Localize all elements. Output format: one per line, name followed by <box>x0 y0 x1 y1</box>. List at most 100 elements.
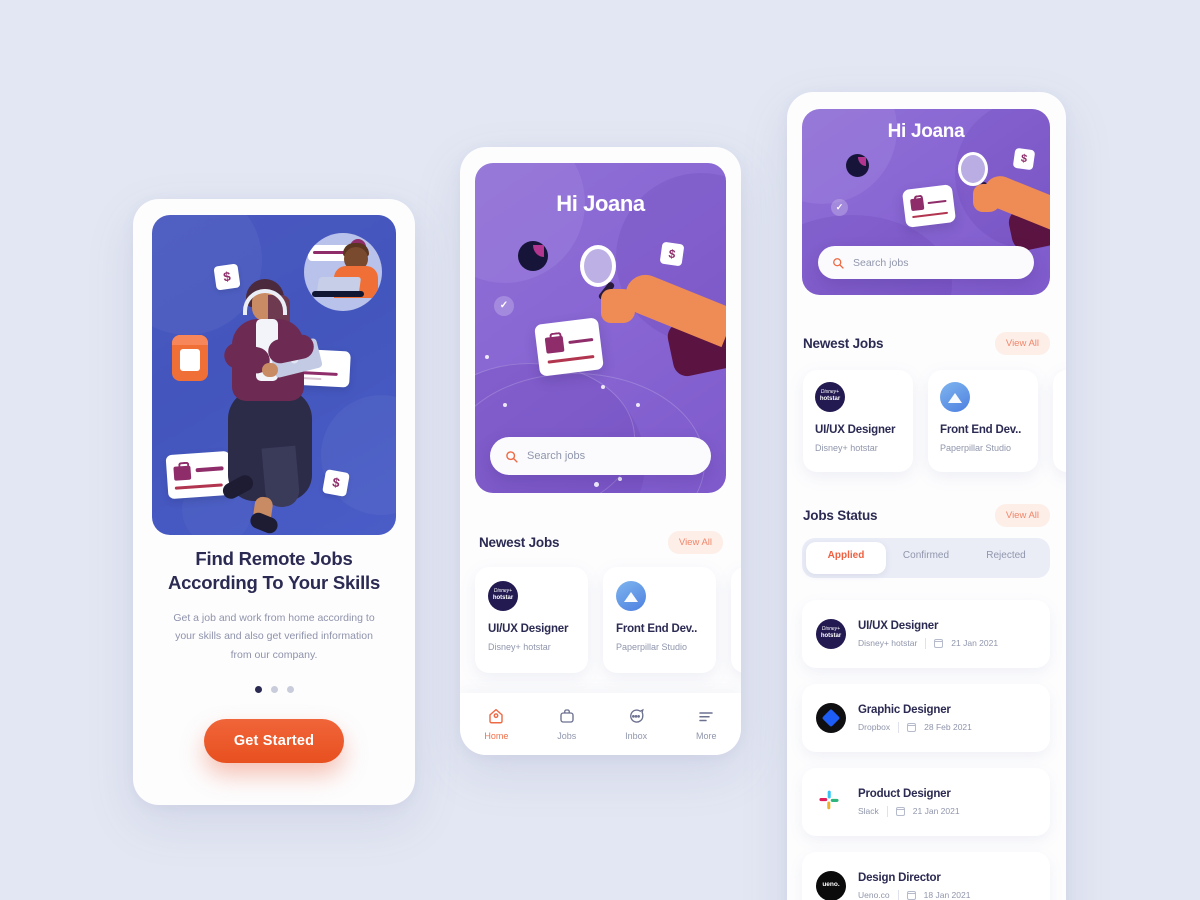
job-card[interactable]: Disney+ hotstar UI/UX Designer Disney+ ho… <box>803 370 913 472</box>
tab-home[interactable]: Home <box>484 707 508 741</box>
disney-hotstar-logo: Disney+ hotstar <box>815 382 845 412</box>
newest-jobs-view-all-button[interactable]: View All <box>667 531 723 554</box>
get-started-button[interactable]: Get Started <box>203 719 345 764</box>
money-icon: $ <box>659 241 685 267</box>
job-card-title: UI/UX Designer <box>488 623 569 635</box>
status-row-company: Disney+ hotstar <box>858 638 918 648</box>
status-row-date: 21 Jan 2021 <box>951 638 999 648</box>
job-card-company: Paperpillar Studio <box>616 642 688 652</box>
decor-node <box>485 355 489 359</box>
status-row[interactable]: Product Designer Slack 21 Jan 2021 <box>802 768 1050 836</box>
status-row[interactable]: Disney+ hotstar UI/UX Designer Disney+ ho… <box>802 600 1050 668</box>
fist <box>973 184 1001 212</box>
pagination-dots[interactable] <box>133 686 415 694</box>
status-row-date: 18 Jan 2021 <box>923 890 971 900</box>
home-phone: Hi Joana ✓ $ Search jobs Newest Jobs Vie… <box>460 147 741 755</box>
search-input[interactable]: Search jobs <box>527 450 585 462</box>
paperpillar-logo <box>940 382 970 412</box>
tab-more[interactable]: More <box>696 707 717 741</box>
job-card-title: UI/UX Designer <box>815 424 896 436</box>
chat-icon <box>630 708 644 723</box>
status-row-title: Design Director <box>858 871 941 884</box>
status-row-company: Ueno.co <box>858 890 890 900</box>
job-card[interactable]: Disney+ hotstar UI/UX Designer Disney+ ho… <box>475 567 588 673</box>
status-row-title: Graphic Designer <box>858 703 951 716</box>
job-card-title: Front End Dev.. <box>940 424 1022 436</box>
status-row-title: Product Designer <box>858 787 951 800</box>
calendar-icon <box>907 722 917 732</box>
job-card-company: Paperpillar Studio <box>940 443 1012 453</box>
fist <box>601 289 635 323</box>
decor-node <box>601 385 605 389</box>
disney-hotstar-logo: Disney+ hotstar <box>488 581 518 611</box>
status-row-date: 28 Feb 2021 <box>924 722 972 732</box>
jobs-status-title: Jobs Status <box>803 508 878 523</box>
divider <box>925 637 927 649</box>
decor-node <box>503 403 507 407</box>
job-card-icon <box>534 317 604 377</box>
job-card-peek[interactable] <box>1053 370 1066 472</box>
search-icon <box>506 450 518 463</box>
filter-rejected[interactable]: Rejected <box>966 542 1046 574</box>
calendar-icon <box>906 890 916 900</box>
divider <box>886 805 888 817</box>
woman-with-laptop-illustration <box>210 267 340 535</box>
decor-node <box>636 403 640 407</box>
check-icon: ✓ <box>494 296 514 316</box>
status-filter-tabs: Applied Confirmed Rejected <box>802 538 1050 578</box>
money-icon: $ <box>1012 147 1036 171</box>
job-card-title: Front End Dev.. <box>616 623 698 635</box>
menu-icon <box>699 712 714 722</box>
dropbox-logo <box>816 703 846 733</box>
status-row-company: Dropbox <box>858 722 891 732</box>
search-icon <box>833 257 844 269</box>
newest-jobs-header: Newest Jobs View All <box>479 531 723 554</box>
tab-inbox[interactable]: Inbox <box>625 707 647 741</box>
search-bar[interactable]: Search jobs <box>490 437 711 475</box>
status-row-title: UI/UX Designer <box>858 619 939 632</box>
page-subtitle: Get a job and work from home according t… <box>173 612 375 661</box>
job-card[interactable]: Front End Dev.. Paperpillar Studio <box>603 567 716 673</box>
search-input[interactable]: Search jobs <box>853 257 908 269</box>
decor-node <box>618 477 622 481</box>
calendar-icon <box>934 638 944 648</box>
onboarding-illustration: ✓ $ $ <box>152 215 396 535</box>
disney-hotstar-logo: Disney+ hotstar <box>816 619 846 649</box>
onboarding-copy-block: Find Remote Jobs According To Your Skill… <box>133 547 415 764</box>
pagination-dot-2[interactable] <box>270 686 278 694</box>
page-title-line1: Find Remote Jobs <box>195 548 353 569</box>
newest-jobs-view-all-button[interactable]: View All <box>994 332 1050 355</box>
magnifier-icon <box>580 245 616 287</box>
job-card-company: Disney+ hotstar <box>488 642 551 652</box>
clock-icon <box>518 241 548 271</box>
tab-inbox-label: Inbox <box>625 731 648 741</box>
filter-applied[interactable]: Applied <box>806 542 886 574</box>
filter-confirmed[interactable]: Confirmed <box>886 542 966 574</box>
divider <box>898 721 900 733</box>
pagination-dot-1[interactable] <box>254 686 262 694</box>
newest-jobs-title: Newest Jobs <box>479 535 560 550</box>
briefcase-icon <box>560 709 574 723</box>
pagination-dot-3[interactable] <box>286 686 294 694</box>
divider <box>897 889 899 900</box>
ueno-logo <box>816 871 846 900</box>
tab-jobs[interactable]: Jobs <box>557 707 576 741</box>
newest-jobs-title: Newest Jobs <box>803 336 884 351</box>
paperpillar-logo <box>616 581 646 611</box>
greeting-title: Hi Joana <box>887 121 965 142</box>
status-hero-banner: Hi Joana ✓ $ Search jobs <box>802 109 1050 295</box>
job-card[interactable]: Front End Dev.. Paperpillar Studio <box>928 370 1038 472</box>
status-row[interactable]: Graphic Designer Dropbox 28 Feb 2021 <box>802 684 1050 752</box>
status-row-company: Slack <box>858 806 879 816</box>
screenshot-stage: ✓ $ $ <box>0 0 1200 900</box>
jobs-status-view-all-button[interactable]: View All <box>994 504 1050 527</box>
job-card-peek[interactable] <box>731 567 741 673</box>
tab-more-label: More <box>696 731 717 741</box>
coffee-cup-icon <box>172 335 208 381</box>
tab-home-label: Home <box>484 731 509 741</box>
status-row-date: 21 Jan 2021 <box>912 806 960 816</box>
slack-glyph <box>819 790 839 810</box>
slack-logo <box>816 787 846 817</box>
status-row[interactable]: Design Director Ueno.co 18 Jan 2021 <box>802 852 1050 900</box>
search-bar[interactable]: Search jobs <box>818 246 1034 279</box>
